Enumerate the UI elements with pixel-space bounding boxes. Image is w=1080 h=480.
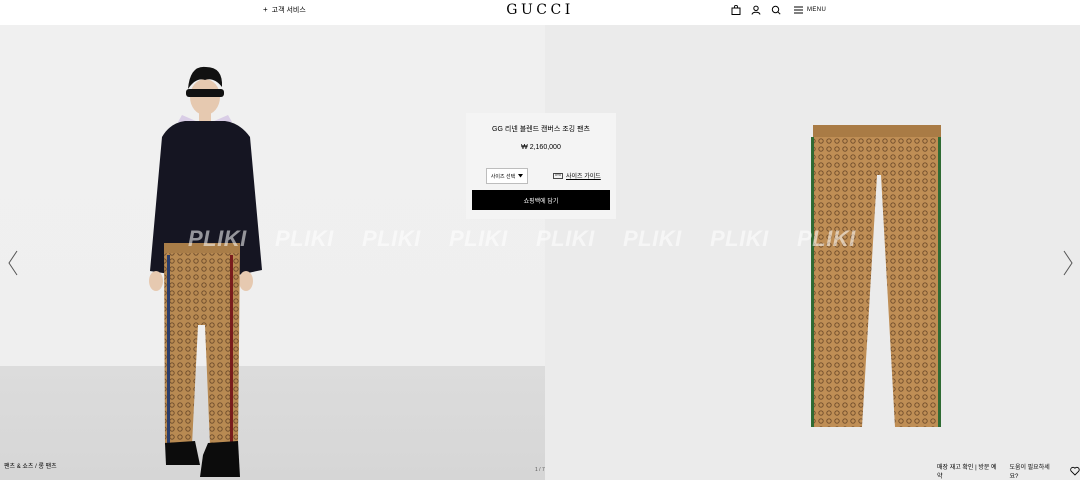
store-availability-link[interactable]: 매장 재고 확인 | 방문 예약 <box>937 462 1001 480</box>
ruler-icon <box>553 172 563 179</box>
user-icon[interactable] <box>750 4 762 16</box>
size-guide-label: 사이즈 가이드 <box>566 174 601 180</box>
image-pager: 1 / 7 <box>535 467 545 473</box>
search-icon[interactable] <box>770 4 782 16</box>
watermark-text: PLIKI <box>362 226 421 251</box>
model-photo <box>149 66 262 477</box>
size-select-label: 사이즈 선택 <box>490 173 516 180</box>
watermark: PLIKI PLIKI PLIKI PLIKI PLIKI PLIKI PLIK… <box>188 226 884 252</box>
product-name: GG 리넨 블렌드 캔버스 조깅 팬츠 <box>492 126 590 133</box>
watermark-text: PLIKI <box>536 226 595 251</box>
watermark-text: PLIKI <box>797 226 856 251</box>
header-icons: MENU <box>730 4 826 16</box>
model-image-panel <box>0 25 545 480</box>
product-info-card: GG 리넨 블렌드 캔버스 조깅 팬츠 ₩ 2,160,000 사이즈 선택 사… <box>466 113 616 219</box>
menu-button[interactable]: MENU <box>794 6 826 14</box>
chevron-right-icon[interactable] <box>1061 250 1075 276</box>
heart-icon[interactable] <box>1070 466 1080 476</box>
product-photo <box>811 125 941 427</box>
breadcrumb: 팬츠 & 쇼츠 / 롱 팬츠 <box>4 461 57 470</box>
watermark-text: PLIKI <box>449 226 508 251</box>
size-guide-link[interactable]: 사이즈 가이드 <box>553 171 601 180</box>
watermark-text: PLIKI <box>623 226 682 251</box>
help-link[interactable]: 도움이 필요하세요? <box>1009 462 1058 480</box>
add-to-bag-button[interactable]: 쇼핑백에 담기 <box>472 190 610 210</box>
menu-label: MENU <box>807 7 827 13</box>
chevron-left-icon[interactable] <box>6 250 20 276</box>
watermark-text: PLIKI <box>275 226 334 251</box>
breadcrumb-separator: / <box>35 464 37 470</box>
breadcrumb-item-pants-shorts[interactable]: 팬츠 & 쇼츠 <box>4 464 33 470</box>
product-price: ₩ 2,160,000 <box>521 144 561 151</box>
watermark-text: PLIKI <box>710 226 769 251</box>
size-select-dropdown[interactable]: 사이즈 선택 <box>486 168 528 184</box>
brand-logo[interactable]: GUCCI <box>0 2 1080 18</box>
top-header: + 고객 서비스 GUCCI MENU <box>0 0 1080 25</box>
product-image-panel <box>545 25 1080 480</box>
breadcrumb-item-long-pants[interactable]: 롱 팬츠 <box>38 464 56 470</box>
shopping-bag-icon[interactable] <box>730 4 742 16</box>
watermark-text: PLIKI <box>188 226 247 251</box>
bottom-links: 매장 재고 확인 | 방문 예약 도움이 필요하세요? <box>937 462 1080 480</box>
chevron-down-icon <box>518 174 524 178</box>
menu-icon <box>794 6 803 14</box>
